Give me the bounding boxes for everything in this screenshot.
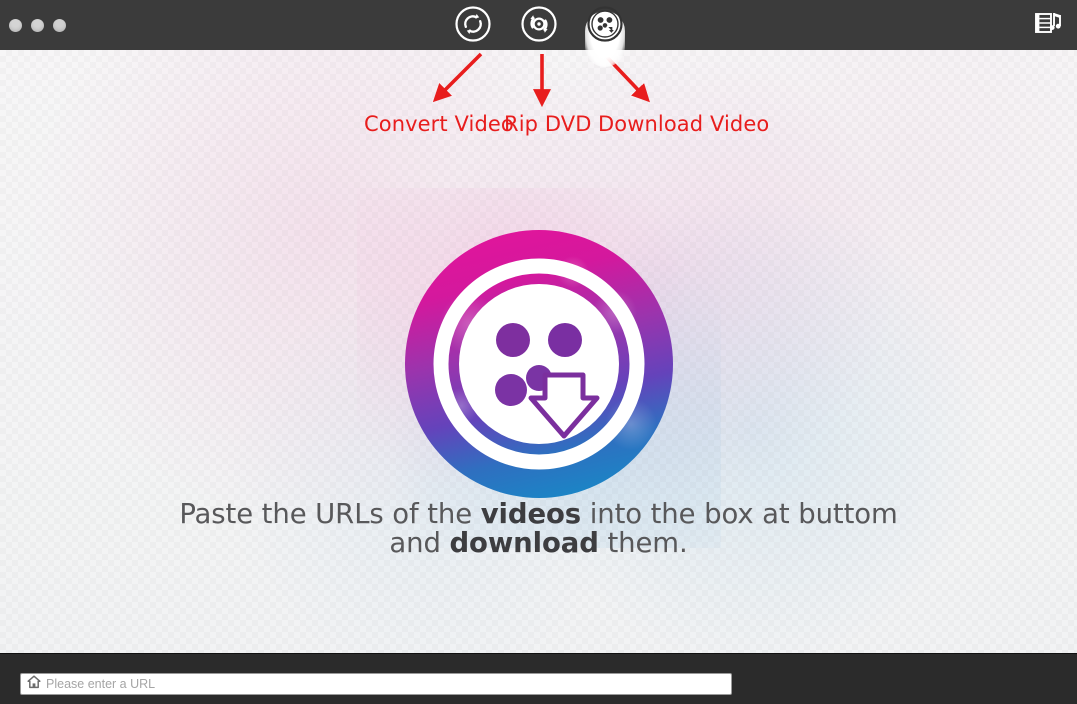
title-bar — [0, 0, 1077, 50]
close-button[interactable] — [9, 19, 22, 32]
minimize-button[interactable] — [31, 19, 44, 32]
tagline-line2-pre: and — [389, 527, 450, 559]
maximize-button[interactable] — [53, 19, 66, 32]
main-content: Paste the URLs of the videos into the bo… — [0, 50, 1077, 654]
window-controls — [9, 19, 66, 32]
tagline-line-2: and download them. — [0, 529, 1077, 558]
convert-arrows-icon — [454, 5, 492, 48]
tagline-line-1: Paste the URLs of the videos into the bo… — [0, 500, 1077, 529]
tab-download-video[interactable] — [582, 3, 628, 50]
toolbar-tabs — [450, 3, 628, 50]
app-window: Paste the URLs of the videos into the bo… — [0, 0, 1077, 704]
tagline-line2-bold: download — [449, 527, 599, 559]
dvd-rip-icon — [520, 5, 558, 48]
url-input-wrapper[interactable] — [20, 673, 732, 695]
tab-convert-video[interactable] — [450, 3, 496, 50]
media-library-icon — [1034, 10, 1062, 41]
home-icon — [27, 674, 41, 694]
film-reel-download-icon — [586, 5, 624, 48]
app-logo — [356, 188, 721, 548]
url-input[interactable] — [46, 675, 727, 693]
tagline-line1-bold: videos — [480, 498, 582, 530]
tagline: Paste the URLs of the videos into the bo… — [0, 500, 1077, 558]
media-library-button[interactable] — [1031, 9, 1065, 41]
tagline-line2-post: them. — [598, 527, 688, 559]
tab-rip-dvd[interactable] — [516, 3, 562, 50]
tagline-line1-post: into the box at buttom — [581, 498, 898, 530]
tagline-line1-pre: Paste the URLs of the — [179, 498, 481, 530]
